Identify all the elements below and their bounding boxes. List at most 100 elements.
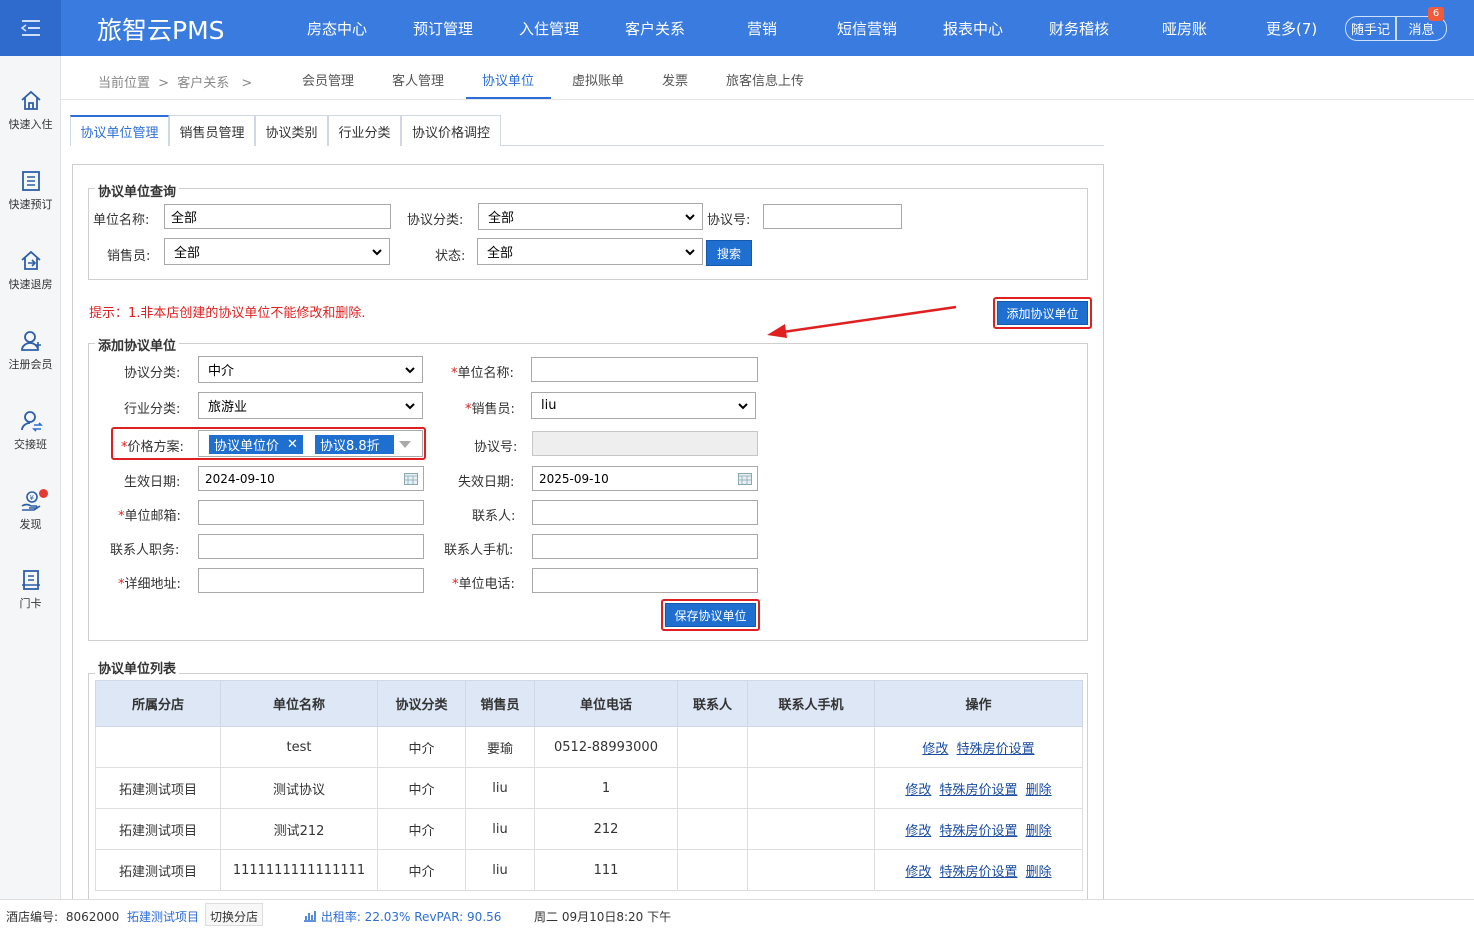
- add-category-select[interactable]: 中介: [198, 356, 423, 383]
- delete-link[interactable]: 删除: [1026, 865, 1052, 880]
- breadcrumb: 当前位置 > 客户关系 >: [98, 72, 252, 91]
- status-bar: 酒店编号: 8062000 拓建测试项目 切换分店 出租率: 22.03% Re…: [0, 899, 1474, 929]
- nav-audit[interactable]: 财务稽核: [1049, 18, 1109, 39]
- expire-date-input[interactable]: 2025-09-10: [532, 466, 758, 491]
- add-agreement-unit-button[interactable]: 添加协议单位: [997, 301, 1088, 325]
- chevron-down-icon: [405, 367, 415, 374]
- contact-title-input[interactable]: [198, 534, 424, 559]
- subtab-guest-info-upload[interactable]: 旅客信息上传: [726, 70, 804, 89]
- notes-button[interactable]: 随手记: [1345, 16, 1396, 41]
- add-category-label: 协议分类:: [124, 366, 181, 381]
- address-input[interactable]: [198, 568, 424, 593]
- query-unit-name-input[interactable]: [164, 204, 391, 229]
- effective-date-input[interactable]: 2024-09-10: [198, 466, 424, 491]
- bar-chart-icon: [304, 911, 316, 922]
- contact-input[interactable]: [532, 500, 758, 525]
- special-price-link[interactable]: 特殊房价设置: [939, 824, 1017, 839]
- query-status-label: 状态:: [435, 249, 466, 264]
- nav-checkin[interactable]: 入住管理: [519, 18, 579, 39]
- special-price-link[interactable]: 特殊房价设置: [939, 783, 1017, 798]
- add-price-plan-label: *价格方案:: [121, 436, 184, 455]
- chevron-down-icon: [685, 214, 695, 221]
- nav-reports[interactable]: 报表中心: [943, 18, 1003, 39]
- subtab-virtual-bills[interactable]: 虚拟账单: [572, 70, 624, 89]
- tab-price-control[interactable]: 协议价格调控: [401, 115, 501, 146]
- current-datetime: 周二 09月10日8:20 下午: [534, 910, 672, 924]
- query-agreement-no-input[interactable]: [763, 204, 902, 229]
- chevron-down-icon: [685, 249, 695, 256]
- edit-link[interactable]: 修改: [905, 865, 931, 880]
- list-legend: 协议单位列表: [95, 658, 180, 677]
- subtab-members[interactable]: 会员管理: [302, 70, 354, 89]
- occupancy-text: 出租率: 22.03% RevPAR: 90.56: [320, 910, 502, 924]
- hotel-number: 酒店编号: 8062000: [6, 908, 119, 925]
- sidebar-item-register-member[interactable]: 注册会员: [0, 329, 61, 372]
- query-status-value: 全部: [487, 246, 514, 261]
- add-category-value: 中介: [208, 364, 235, 379]
- dropdown-arrow-icon[interactable]: [399, 441, 411, 449]
- cell-category: 中介: [377, 808, 466, 850]
- cell-contact: [677, 767, 748, 809]
- cell-contact-mobile: [747, 808, 875, 850]
- breadcrumb-separator: >: [158, 76, 170, 91]
- cell-salesperson: liu: [465, 849, 535, 891]
- sidebar-item-quick-checkin[interactable]: 快速入住: [0, 89, 61, 132]
- tab-unit-management[interactable]: 协议单位管理: [70, 115, 169, 146]
- cell-unit-phone: 1: [534, 767, 678, 809]
- delete-link[interactable]: 删除: [1026, 783, 1052, 798]
- calendar-icon[interactable]: [404, 473, 418, 485]
- menu-toggle-icon[interactable]: [0, 0, 61, 56]
- sidebar-item-discover[interactable]: ¥ 发现: [0, 489, 61, 532]
- tab-industry[interactable]: 行业分类: [328, 115, 401, 146]
- price-tag: 协议8.8折: [315, 435, 394, 454]
- switch-branch-button[interactable]: 切换分店: [205, 903, 264, 926]
- contact-mobile-input[interactable]: [532, 534, 758, 559]
- tab-salesperson[interactable]: 销售员管理: [169, 115, 255, 146]
- subtab-agreement-units[interactable]: 协议单位: [482, 70, 534, 89]
- breadcrumb-section[interactable]: 客户关系: [177, 76, 229, 91]
- col-contact-mobile: 联系人手机: [747, 680, 875, 727]
- remove-tag-icon[interactable]: ✕: [287, 437, 298, 452]
- cell-unit-name: test: [220, 726, 378, 768]
- nav-customers[interactable]: 客户关系: [625, 18, 685, 39]
- nav-marketing[interactable]: 营销: [747, 18, 777, 39]
- cell-operations: 修改 特殊房价设置 删除: [874, 767, 1083, 809]
- subtab-invoices[interactable]: 发票: [662, 70, 688, 89]
- nav-sms-marketing[interactable]: 短信营销: [837, 18, 897, 39]
- col-category: 协议分类: [377, 680, 466, 727]
- table-header-row: 所属分店 单位名称 协议分类 销售员 单位电话 联系人 联系人手机 操作: [95, 680, 1083, 727]
- query-salesperson-select[interactable]: 全部: [164, 238, 390, 265]
- cell-unit-name: 测试212: [220, 808, 378, 850]
- delete-link[interactable]: 删除: [1026, 824, 1052, 839]
- add-salesperson-select[interactable]: liu: [531, 392, 756, 419]
- save-agreement-unit-button[interactable]: 保存协议单位: [665, 603, 756, 627]
- cell-salesperson: liu: [465, 767, 535, 809]
- nav-more[interactable]: 更多(7): [1266, 18, 1317, 39]
- cell-salesperson: liu: [465, 808, 535, 850]
- nav-reservations[interactable]: 预订管理: [413, 18, 473, 39]
- edit-link[interactable]: 修改: [922, 742, 948, 757]
- edit-link[interactable]: 修改: [905, 824, 931, 839]
- unit-email-input[interactable]: [198, 500, 424, 525]
- sidebar-item-door-card[interactable]: 门卡: [0, 568, 61, 611]
- price-plan-multiselect[interactable]: 协议单位价 ✕ 协议8.8折: [198, 430, 423, 457]
- unit-phone-input[interactable]: [532, 568, 758, 593]
- add-contact-label: 联系人:: [472, 509, 516, 524]
- tab-agreement-type[interactable]: 协议类别: [255, 115, 328, 146]
- add-unit-name-input[interactable]: [531, 357, 758, 382]
- nav-dummy-account[interactable]: 哑房账: [1162, 18, 1207, 39]
- query-category-select[interactable]: 全部: [478, 203, 703, 230]
- query-status-select[interactable]: 全部: [477, 238, 703, 265]
- edit-link[interactable]: 修改: [905, 783, 931, 798]
- calendar-icon[interactable]: [738, 473, 752, 485]
- special-price-link[interactable]: 特殊房价设置: [939, 865, 1017, 880]
- add-industry-select[interactable]: 旅游业: [198, 392, 423, 419]
- hotel-name-link[interactable]: 拓建测试项目: [127, 908, 199, 925]
- subtab-guests[interactable]: 客人管理: [392, 70, 444, 89]
- nav-room-status[interactable]: 房态中心: [307, 18, 367, 39]
- sidebar-item-shift-handover[interactable]: 交接班: [0, 409, 61, 452]
- special-price-link[interactable]: 特殊房价设置: [957, 742, 1035, 757]
- sidebar-item-quick-booking[interactable]: 快速预订: [0, 169, 61, 212]
- sidebar-item-quick-checkout[interactable]: 快速退房: [0, 249, 61, 292]
- search-button[interactable]: 搜索: [706, 240, 752, 266]
